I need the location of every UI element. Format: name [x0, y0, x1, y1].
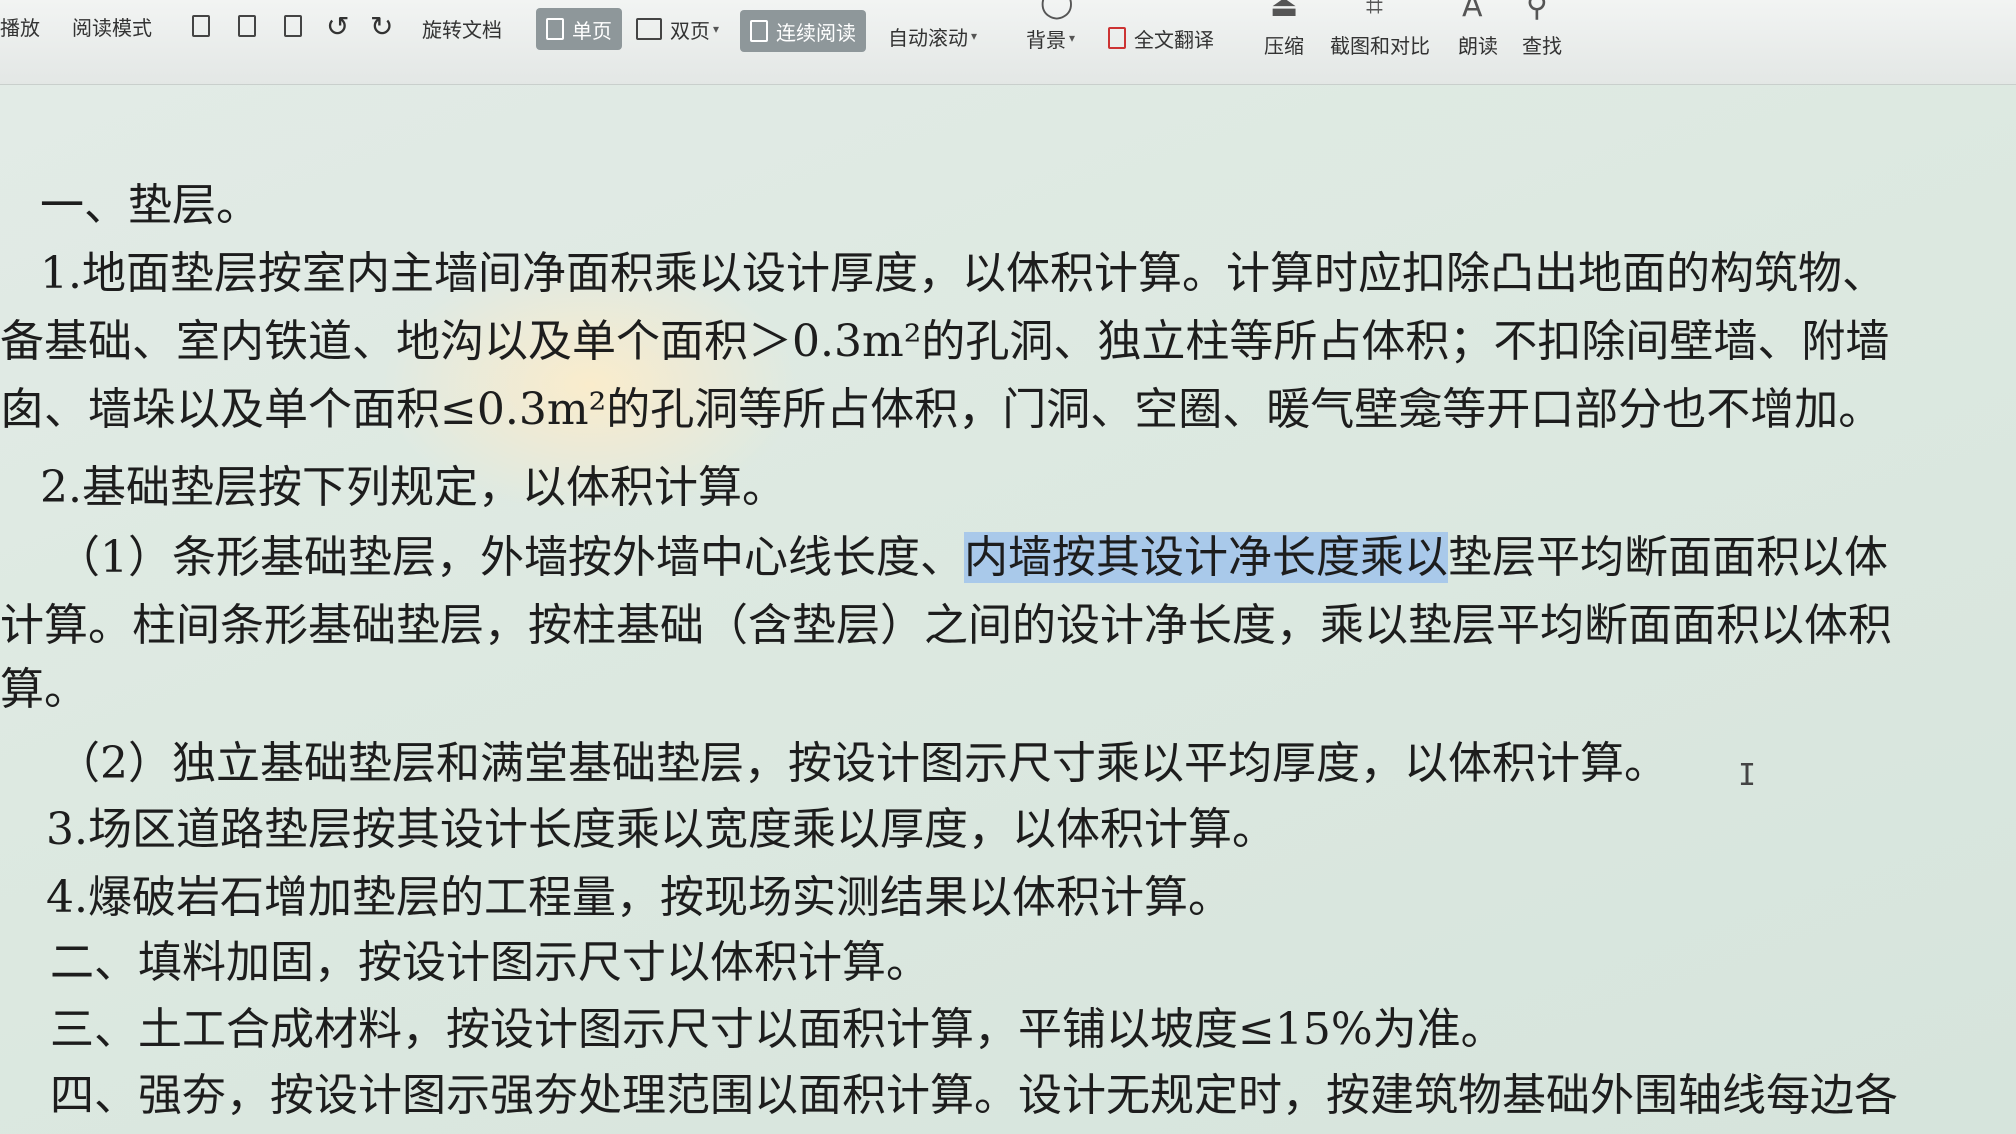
- double-page-button[interactable]: 双页 ▾: [636, 8, 719, 50]
- background-icon: ◯: [1040, 0, 1074, 20]
- text-run: 垫层平均断面面积以体: [1448, 532, 1888, 583]
- selected-text[interactable]: 内墙按其设计净长度乘以: [964, 532, 1448, 583]
- single-page-label: 单页: [572, 18, 612, 43]
- paragraph-line: （2）独立基础垫层和满堂基础垫层，按设计图示尺寸乘以平均厚度，以体积计算。: [56, 738, 1668, 789]
- paragraph-line: 3.场区道路垫层按其设计长度乘以宽度乘以厚度，以体积计算。: [46, 804, 1276, 855]
- screenshot-compare-button[interactable]: 截图和对比: [1330, 24, 1430, 64]
- background-button[interactable]: 背景 ▾: [1026, 18, 1075, 58]
- find-label: 查找: [1522, 33, 1562, 58]
- text-run: （1）条形基础垫层，外墙按外墙中心线长度、: [56, 532, 964, 583]
- play-button[interactable]: 播放: [0, 8, 40, 44]
- reader-toolbar: 播放 阅读模式 ↺ ↻ 旋转文档 单页 双页 ▾ 连续阅读 自动滚动 ▾ ◯ 背景 ▾…: [0, 0, 2016, 85]
- auto-scroll-label: 自动滚动: [888, 25, 968, 50]
- auto-scroll-button[interactable]: 自动滚动 ▾: [888, 16, 977, 56]
- full-translate-label: 全文翻译: [1134, 27, 1214, 52]
- continuous-read-button[interactable]: 连续阅读: [740, 10, 866, 52]
- find-button[interactable]: 查找: [1522, 24, 1562, 64]
- paragraph-line: 二、填料加固，按设计图示尺寸以体积计算。: [50, 937, 930, 988]
- paragraph-line: 三、土工合成材料，按设计图示尺寸以面积计算，平铺以坡度≤15%为准。: [50, 1004, 1505, 1055]
- chevron-down-icon: ▾: [971, 29, 978, 43]
- fit-width-icon: [284, 15, 302, 37]
- read-mode-label: 阅读模式: [72, 15, 152, 40]
- rotate-doc-button[interactable]: 旋转文档: [422, 10, 502, 46]
- heading-cushion: 一、垫层。: [40, 180, 260, 231]
- double-page-icon: [636, 18, 662, 40]
- screenshot-compare-label: 截图和对比: [1330, 33, 1430, 58]
- continuous-read-icon: [750, 20, 768, 42]
- paragraph-line: 囱、墙垛以及单个面积≤0.3m²的孔洞等所占体积，门洞、空圈、暖气壁龛等开口部分…: [0, 384, 1883, 435]
- compress-button[interactable]: 压缩: [1264, 24, 1304, 64]
- paragraph-line: 2.基础垫层按下列规定，以体积计算。: [40, 462, 786, 513]
- fit-width-button[interactable]: [284, 8, 310, 44]
- text-cursor-icon: I: [1738, 758, 1757, 793]
- paragraph-line: （1）条形基础垫层，外墙按外墙中心线长度、内墙按其设计净长度乘以垫层平均断面面积…: [56, 530, 1888, 586]
- rotate-doc-label: 旋转文档: [422, 17, 502, 42]
- single-page-button[interactable]: 单页: [536, 8, 622, 50]
- background-label: 背景: [1026, 27, 1066, 52]
- read-aloud-button[interactable]: 朗读: [1458, 24, 1498, 64]
- chevron-down-icon: ▾: [713, 22, 720, 36]
- play-label: 播放: [0, 15, 40, 40]
- actual-size-icon: [192, 15, 210, 37]
- paragraph-line: 计算。柱间条形基础垫层，按柱基础（含垫层）之间的设计净长度，乘以垫层平均断面面积…: [0, 600, 1892, 651]
- read-mode-button[interactable]: 阅读模式: [72, 8, 152, 44]
- paragraph-line: 1.地面垫层按室内主墙间净面积乘以设计厚度，以体积计算。计算时应扣除凸出地面的构…: [40, 248, 1886, 299]
- rotate-left-button[interactable]: ↺: [326, 8, 349, 44]
- actual-size-button[interactable]: [192, 8, 218, 44]
- rotate-right-button[interactable]: ↻: [370, 8, 393, 44]
- read-aloud-icon: A: [1462, 0, 1483, 24]
- full-translate-button[interactable]: 全文翻译: [1108, 18, 1214, 58]
- fit-page-button[interactable]: [238, 8, 264, 44]
- paragraph-line: 4.爆破岩石增加垫层的工程量，按现场实测结果以体积计算。: [46, 872, 1232, 923]
- paragraph-line: 备基础、室内铁道、地沟以及单个面积＞0.3m²的孔洞、独立柱等所占体积；不扣除间…: [0, 316, 1890, 367]
- read-aloud-label: 朗读: [1458, 33, 1498, 58]
- fit-page-icon: [238, 15, 256, 37]
- compress-label: 压缩: [1264, 33, 1304, 58]
- double-page-label: 双页: [670, 18, 710, 43]
- screenshot-icon: ⌗: [1366, 0, 1383, 24]
- translate-icon: [1108, 27, 1126, 49]
- rotate-right-icon: ↻: [370, 9, 394, 43]
- search-icon: ⚲: [1526, 0, 1548, 24]
- paragraph-line: 算。: [0, 664, 88, 715]
- single-page-icon: [546, 18, 564, 40]
- rotate-left-icon: ↺: [326, 9, 350, 43]
- compress-icon: ⏏: [1270, 0, 1299, 24]
- chevron-down-icon: ▾: [1069, 31, 1076, 45]
- continuous-read-label: 连续阅读: [776, 20, 856, 45]
- paragraph-line: 四、强夯，按设计图示强夯处理范围以面积计算。设计无规定时，按建筑物基础外围轴线每…: [50, 1070, 1898, 1121]
